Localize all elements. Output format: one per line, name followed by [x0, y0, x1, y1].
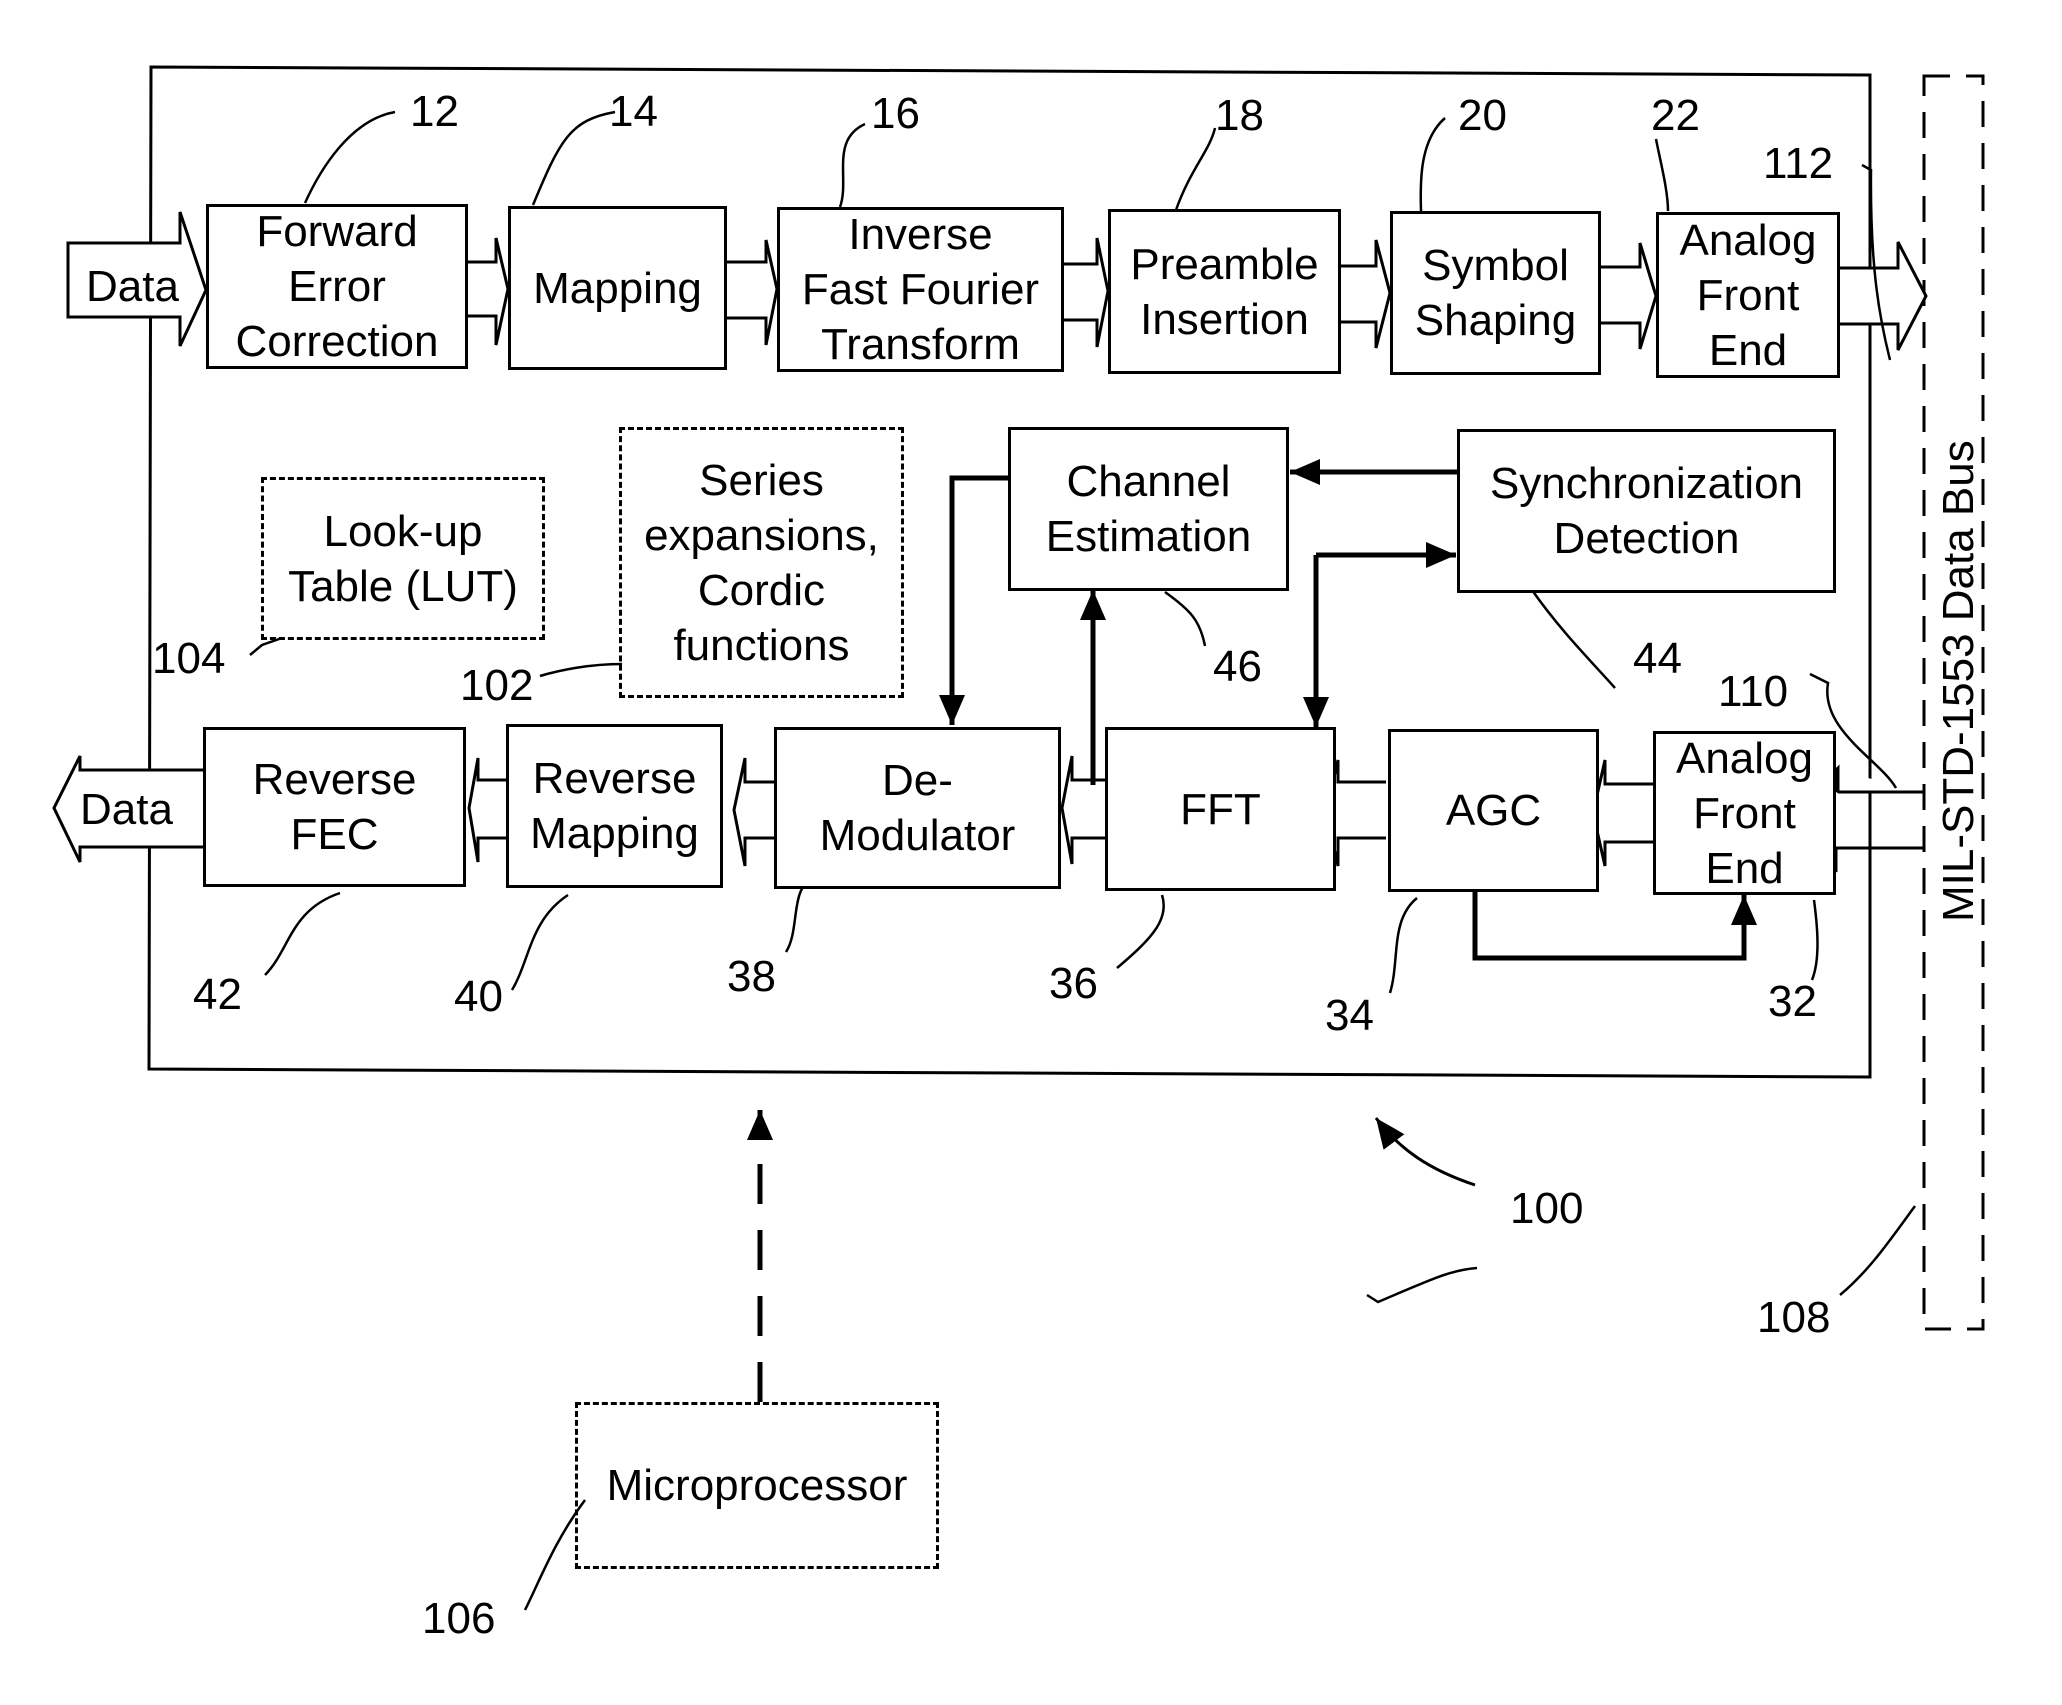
reverse-fec-label: Reverse FEC [252, 755, 417, 859]
ref-20: 20 [1458, 91, 1507, 140]
fft-block: FFT [1105, 727, 1336, 891]
input-data-label: Data [86, 262, 179, 311]
agc-block: AGC [1388, 729, 1599, 892]
rx-afe-label: Analog Front End [1675, 733, 1813, 893]
preamble-label: Preamble Insertion [1130, 239, 1319, 344]
ref-104: 104 [152, 634, 226, 683]
ref-102: 102 [460, 661, 534, 710]
fec-block: Forward Error Correction [206, 204, 468, 369]
sync-detection-block: Synchronization Detection [1457, 429, 1836, 593]
ref-106: 106 [422, 1594, 496, 1643]
microprocessor-block: Microprocessor [575, 1402, 939, 1569]
output-data-label: Data [80, 785, 173, 834]
reverse-fec-block: Reverse FEC [203, 727, 466, 887]
fec-label: Forward Error Correction [235, 207, 439, 366]
ref-22: 22 [1651, 91, 1700, 140]
ch-est-to-demod-arrow [939, 475, 1008, 725]
lut-block: Look-up Table (LUT) [261, 477, 545, 640]
series-label: Series expansions, Cordic functions [644, 455, 879, 670]
ifft-label: Inverse Fast Fourier Transform [801, 210, 1040, 369]
series-expansions-block: Series expansions, Cordic functions [619, 427, 904, 698]
ref-108: 108 [1757, 1293, 1831, 1342]
system-ref-pointer [1374, 1117, 1476, 1187]
symbol-shaping-label: Symbol Shaping [1414, 241, 1577, 345]
ref-100: 100 [1510, 1184, 1584, 1233]
fft-label: FFT [1180, 784, 1261, 834]
tx-afe-label: Analog Front End [1679, 215, 1817, 375]
mapping-label: Mapping [533, 263, 702, 313]
tx-analog-front-end-block: Analog Front End [1656, 212, 1840, 378]
sync-detection-label: Synchronization Detection [1489, 459, 1804, 563]
ref-42: 42 [193, 970, 242, 1019]
mapping-block: Mapping [508, 206, 727, 370]
ref-44: 44 [1633, 634, 1682, 683]
ref-12: 12 [410, 87, 459, 136]
lut-label: Look-up Table (LUT) [288, 506, 518, 611]
symbol-shaping-block: Symbol Shaping [1390, 211, 1601, 375]
agc-label: AGC [1445, 786, 1542, 835]
ref-46: 46 [1213, 642, 1262, 691]
ref-14: 14 [609, 87, 658, 136]
data-bus-label: MIL-STD-1553 Data Bus [1934, 440, 1983, 922]
preamble-insertion-block: Preamble Insertion [1108, 209, 1341, 374]
reverse-mapping-block: Reverse Mapping [506, 724, 723, 888]
demodulator-label: De- Modulator [819, 756, 1016, 860]
microprocessor-label: Microprocessor [606, 1461, 908, 1510]
ref-38: 38 [727, 952, 776, 1001]
ref-34: 34 [1325, 991, 1374, 1040]
ifft-block: Inverse Fast Fourier Transform [777, 207, 1064, 372]
ref-40: 40 [454, 972, 503, 1021]
rx-analog-front-end-block: Analog Front End [1653, 731, 1836, 895]
ref-112: 112 [1763, 139, 1834, 188]
demodulator-block: De- Modulator [774, 727, 1061, 889]
ref-110: 110 [1718, 667, 1789, 716]
channel-estimation-label: Channel Estimation [1045, 457, 1252, 561]
reverse-mapping-label: Reverse Mapping [530, 754, 699, 858]
ref-16: 16 [871, 89, 920, 138]
ref-32: 32 [1768, 977, 1817, 1026]
channel-estimation-block: Channel Estimation [1008, 427, 1289, 591]
ref-36: 36 [1049, 959, 1098, 1008]
agc-to-afe-arrow [1472, 892, 1757, 961]
ref-18: 18 [1215, 91, 1264, 140]
